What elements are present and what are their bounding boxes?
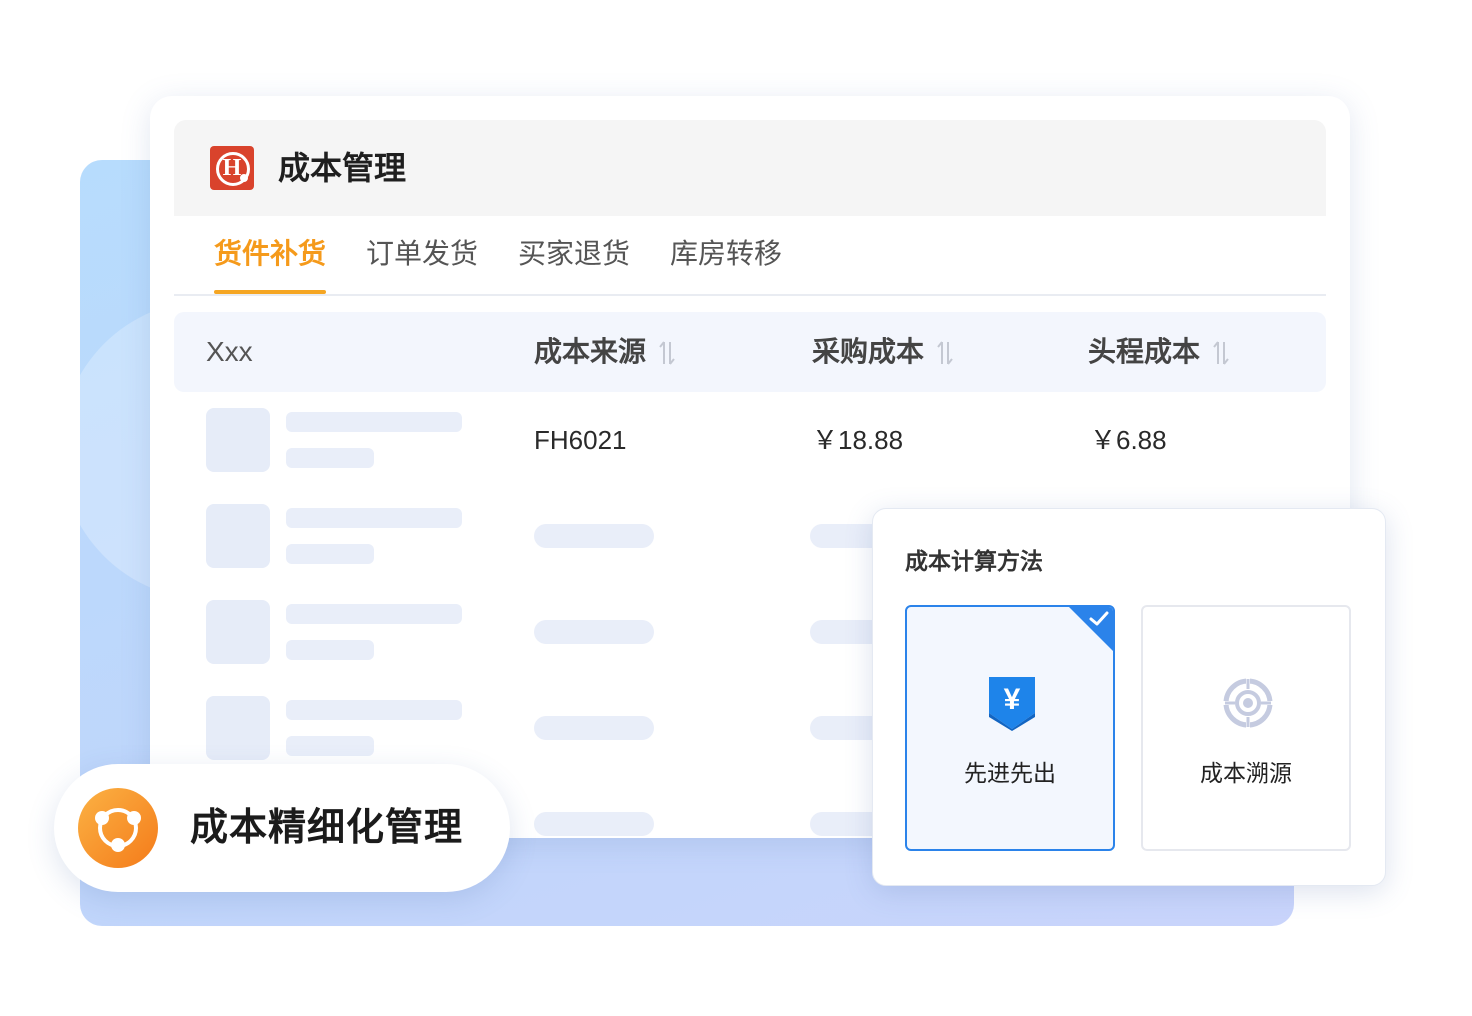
- cell-cost-source: FH6021: [534, 425, 627, 455]
- text-placeholder: [286, 544, 374, 564]
- cell-purchase-cost: ￥18.88: [812, 425, 904, 455]
- checkmark-icon: [1089, 611, 1109, 626]
- popup-title: 成本计算方法: [905, 548, 1043, 574]
- option-fifo[interactable]: ¥ 先进先出: [905, 605, 1115, 851]
- product-thumbnail-placeholder: [206, 696, 270, 760]
- text-placeholder: [534, 716, 654, 740]
- yen-icon: ¥: [989, 677, 1035, 731]
- option-cost-trace[interactable]: 成本溯源: [1141, 605, 1351, 851]
- column-header-xxx: Xxx: [206, 336, 253, 367]
- cost-method-popup: 成本计算方法 ¥ 先进先出 成本溯源: [872, 508, 1386, 886]
- tab-shipment-replenish[interactable]: 货件补货: [214, 234, 326, 274]
- text-placeholder: [286, 640, 374, 660]
- column-header-purchase-cost[interactable]: 采购成本: [812, 332, 924, 372]
- window-header: H 成本管理: [174, 120, 1326, 216]
- tab-buyer-returns[interactable]: 买家退货: [518, 234, 630, 274]
- badge-text: 成本精细化管理: [190, 807, 464, 849]
- text-placeholder: [286, 604, 462, 624]
- text-placeholder: [534, 812, 654, 836]
- svg-text:¥: ¥: [1004, 683, 1021, 716]
- feature-badge: 成本精细化管理: [54, 764, 510, 892]
- sort-icon[interactable]: [658, 340, 676, 366]
- column-header-cost-source[interactable]: 成本来源: [534, 332, 646, 372]
- table-header: Xxx 成本来源 采购成本 头程成本: [174, 312, 1326, 392]
- product-thumbnail-placeholder: [206, 504, 270, 568]
- cell-shipping-cost: ￥6.88: [1090, 425, 1167, 455]
- text-placeholder: [286, 412, 462, 432]
- nodes-icon: [78, 788, 158, 868]
- text-placeholder: [286, 700, 462, 720]
- target-icon: [1221, 675, 1275, 731]
- tab-bar: 货件补货 订单发货 买家退货 库房转移: [174, 216, 1326, 296]
- option-fifo-label: 先进先出: [964, 760, 1056, 786]
- text-placeholder: [286, 448, 374, 468]
- page-title: 成本管理: [278, 150, 407, 186]
- text-placeholder: [286, 508, 462, 528]
- text-placeholder: [534, 620, 654, 644]
- active-tab-indicator: [214, 290, 326, 294]
- tab-warehouse-transfer[interactable]: 库房转移: [670, 234, 782, 274]
- sort-icon[interactable]: [1212, 340, 1230, 366]
- text-placeholder: [286, 736, 374, 756]
- product-thumbnail-placeholder: [206, 600, 270, 664]
- text-placeholder: [534, 524, 654, 548]
- tab-order-shipping[interactable]: 订单发货: [366, 234, 478, 274]
- option-cost-trace-label: 成本溯源: [1200, 760, 1292, 786]
- sort-icon[interactable]: [936, 340, 954, 366]
- product-thumbnail-placeholder: [206, 408, 270, 472]
- column-header-shipping-cost[interactable]: 头程成本: [1088, 332, 1200, 372]
- app-logo-icon: H: [210, 146, 254, 190]
